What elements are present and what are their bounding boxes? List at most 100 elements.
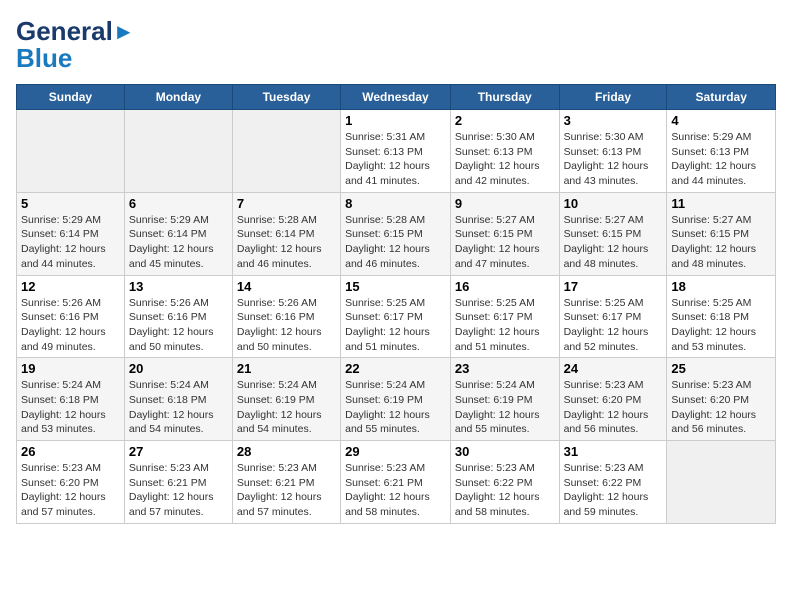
logo-bird-icon: ► [113,19,135,45]
calendar-cell [17,110,125,193]
calendar-cell: 25 Sunrise: 5:23 AMSunset: 6:20 PMDayligh… [667,358,776,441]
day-number: 19 [21,361,120,376]
day-header-saturday: Saturday [667,85,776,110]
day-number: 15 [345,279,446,294]
day-detail: Sunrise: 5:25 AMSunset: 6:18 PMDaylight:… [671,296,771,355]
calendar-table: SundayMondayTuesdayWednesdayThursdayFrid… [16,84,776,524]
day-detail: Sunrise: 5:26 AMSunset: 6:16 PMDaylight:… [129,296,228,355]
day-number: 27 [129,444,228,459]
day-number: 13 [129,279,228,294]
calendar-cell [124,110,232,193]
day-detail: Sunrise: 5:23 AMSunset: 6:20 PMDaylight:… [671,378,771,437]
calendar-cell: 22 Sunrise: 5:24 AMSunset: 6:19 PMDayligh… [341,358,451,441]
day-detail: Sunrise: 5:29 AMSunset: 6:14 PMDaylight:… [129,213,228,272]
day-number: 28 [237,444,336,459]
calendar-cell: 15 Sunrise: 5:25 AMSunset: 6:17 PMDayligh… [341,275,451,358]
calendar-cell: 16 Sunrise: 5:25 AMSunset: 6:17 PMDayligh… [450,275,559,358]
calendar-cell: 20Sunrise: 5:24 AMSunset: 6:18 PMDayligh… [124,358,232,441]
day-number: 11 [671,196,771,211]
day-header-monday: Monday [124,85,232,110]
day-number: 25 [671,361,771,376]
day-detail: Sunrise: 5:25 AMSunset: 6:17 PMDaylight:… [455,296,555,355]
day-detail: Sunrise: 5:25 AMSunset: 6:17 PMDaylight:… [345,296,446,355]
week-row-2: 5 Sunrise: 5:29 AMSunset: 6:14 PMDaylight… [17,192,776,275]
calendar-cell: 4Sunrise: 5:29 AMSunset: 6:13 PMDaylight… [667,110,776,193]
logo-blue: Blue [16,43,72,74]
day-detail: Sunrise: 5:23 AMSunset: 6:22 PMDaylight:… [455,461,555,520]
day-number: 31 [564,444,663,459]
calendar-cell: 14 Sunrise: 5:26 AMSunset: 6:16 PMDayligh… [232,275,340,358]
calendar-cell: 28Sunrise: 5:23 AMSunset: 6:21 PMDayligh… [232,441,340,524]
calendar-cell: 26 Sunrise: 5:23 AMSunset: 6:20 PMDayligh… [17,441,125,524]
day-number: 10 [564,196,663,211]
day-number: 21 [237,361,336,376]
day-detail: Sunrise: 5:23 AMSunset: 6:22 PMDaylight:… [564,461,663,520]
day-detail: Sunrise: 5:27 AMSunset: 6:15 PMDaylight:… [455,213,555,272]
day-detail: Sunrise: 5:24 AMSunset: 6:19 PMDaylight:… [345,378,446,437]
calendar-cell [232,110,340,193]
calendar-cell: 1 Sunrise: 5:31 AMSunset: 6:13 PMDaylight… [341,110,451,193]
day-detail: Sunrise: 5:31 AMSunset: 6:13 PMDaylight:… [345,130,446,189]
day-detail: Sunrise: 5:23 AMSunset: 6:20 PMDaylight:… [21,461,120,520]
calendar-cell: 3 Sunrise: 5:30 AMSunset: 6:13 PMDaylight… [559,110,667,193]
calendar-cell: 24Sunrise: 5:23 AMSunset: 6:20 PMDayligh… [559,358,667,441]
day-detail: Sunrise: 5:28 AMSunset: 6:14 PMDaylight:… [237,213,336,272]
day-detail: Sunrise: 5:30 AMSunset: 6:13 PMDaylight:… [564,130,663,189]
calendar-cell: 21 Sunrise: 5:24 AMSunset: 6:19 PMDayligh… [232,358,340,441]
day-detail: Sunrise: 5:28 AMSunset: 6:15 PMDaylight:… [345,213,446,272]
calendar-body: 1 Sunrise: 5:31 AMSunset: 6:13 PMDaylight… [17,110,776,524]
day-detail: Sunrise: 5:30 AMSunset: 6:13 PMDaylight:… [455,130,555,189]
calendar-cell: 11 Sunrise: 5:27 AMSunset: 6:15 PMDayligh… [667,192,776,275]
week-row-5: 26 Sunrise: 5:23 AMSunset: 6:20 PMDayligh… [17,441,776,524]
day-number: 8 [345,196,446,211]
day-header-sunday: Sunday [17,85,125,110]
page-header: General ► Blue [16,16,776,74]
day-detail: Sunrise: 5:24 AMSunset: 6:18 PMDaylight:… [21,378,120,437]
week-row-4: 19 Sunrise: 5:24 AMSunset: 6:18 PMDayligh… [17,358,776,441]
calendar-cell: 9Sunrise: 5:27 AMSunset: 6:15 PMDaylight… [450,192,559,275]
day-number: 20 [129,361,228,376]
calendar-cell: 19 Sunrise: 5:24 AMSunset: 6:18 PMDayligh… [17,358,125,441]
day-detail: Sunrise: 5:24 AMSunset: 6:19 PMDaylight:… [237,378,336,437]
day-header-wednesday: Wednesday [341,85,451,110]
day-number: 16 [455,279,555,294]
calendar-cell: 13 Sunrise: 5:26 AMSunset: 6:16 PMDayligh… [124,275,232,358]
week-row-3: 12Sunrise: 5:26 AMSunset: 6:16 PMDayligh… [17,275,776,358]
calendar-cell: 8 Sunrise: 5:28 AMSunset: 6:15 PMDaylight… [341,192,451,275]
day-number: 23 [455,361,555,376]
day-number: 1 [345,113,446,128]
day-number: 17 [564,279,663,294]
day-number: 5 [21,196,120,211]
calendar-cell: 7 Sunrise: 5:28 AMSunset: 6:14 PMDaylight… [232,192,340,275]
day-detail: Sunrise: 5:26 AMSunset: 6:16 PMDaylight:… [21,296,120,355]
day-detail: Sunrise: 5:27 AMSunset: 6:15 PMDaylight:… [564,213,663,272]
calendar-cell: 17Sunrise: 5:25 AMSunset: 6:17 PMDayligh… [559,275,667,358]
calendar-cell: 12Sunrise: 5:26 AMSunset: 6:16 PMDayligh… [17,275,125,358]
day-header-tuesday: Tuesday [232,85,340,110]
day-number: 3 [564,113,663,128]
day-number: 22 [345,361,446,376]
day-header-thursday: Thursday [450,85,559,110]
day-number: 24 [564,361,663,376]
calendar-cell: 6 Sunrise: 5:29 AMSunset: 6:14 PMDaylight… [124,192,232,275]
day-detail: Sunrise: 5:23 AMSunset: 6:21 PMDaylight:… [129,461,228,520]
day-detail: Sunrise: 5:24 AMSunset: 6:19 PMDaylight:… [455,378,555,437]
calendar-cell: 23 Sunrise: 5:24 AMSunset: 6:19 PMDayligh… [450,358,559,441]
calendar-cell: 29 Sunrise: 5:23 AMSunset: 6:21 PMDayligh… [341,441,451,524]
day-number: 26 [21,444,120,459]
day-detail: Sunrise: 5:27 AMSunset: 6:15 PMDaylight:… [671,213,771,272]
day-number: 6 [129,196,228,211]
day-number: 30 [455,444,555,459]
day-number: 2 [455,113,555,128]
day-number: 7 [237,196,336,211]
day-header-friday: Friday [559,85,667,110]
day-detail: Sunrise: 5:29 AMSunset: 6:14 PMDaylight:… [21,213,120,272]
day-detail: Sunrise: 5:26 AMSunset: 6:16 PMDaylight:… [237,296,336,355]
calendar-cell: 30 Sunrise: 5:23 AMSunset: 6:22 PMDayligh… [450,441,559,524]
day-number: 14 [237,279,336,294]
days-header: SundayMondayTuesdayWednesdayThursdayFrid… [17,85,776,110]
day-detail: Sunrise: 5:23 AMSunset: 6:21 PMDaylight:… [345,461,446,520]
week-row-1: 1 Sunrise: 5:31 AMSunset: 6:13 PMDaylight… [17,110,776,193]
calendar-cell: 5 Sunrise: 5:29 AMSunset: 6:14 PMDaylight… [17,192,125,275]
day-number: 29 [345,444,446,459]
